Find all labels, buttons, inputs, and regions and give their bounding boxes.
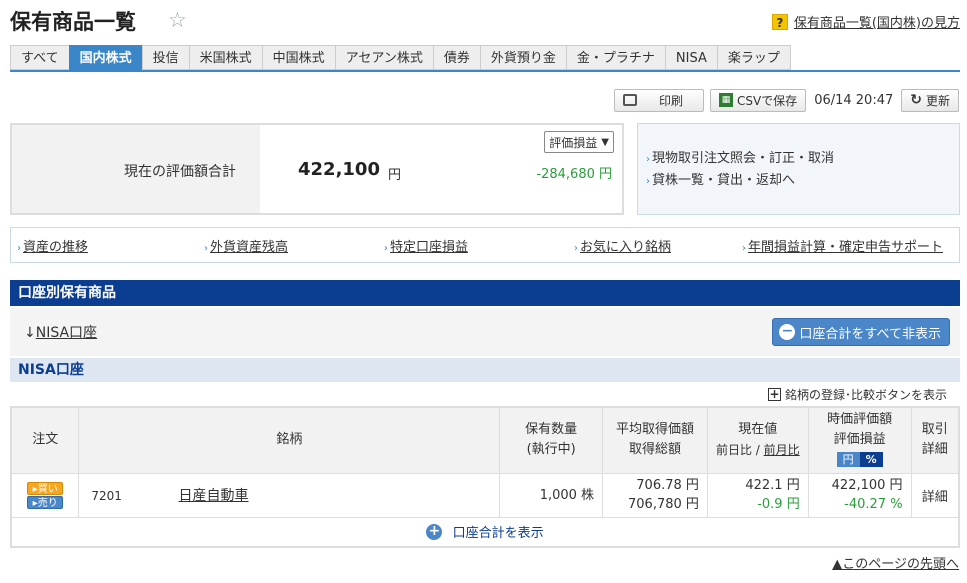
quick-link-tax-support[interactable]: › 年間損益計算・確定申告サポート (742, 236, 943, 255)
help-icon: ? (771, 13, 788, 30)
tab-asean-stocks[interactable]: アセアン株式 (334, 45, 433, 70)
toolbar: 印刷 ▦ CSVで保存 06/14 20:47 ↻ 更新 (613, 88, 959, 112)
quantity-cell: 1,000 株 (499, 472, 604, 518)
month-change-link[interactable]: 前月比 (764, 443, 800, 457)
tab-bonds[interactable]: 債券 (432, 45, 480, 70)
arrow-right-icon: › (384, 242, 388, 254)
refresh-label: 更新 (925, 93, 950, 108)
stock-code: 7201 (91, 489, 122, 503)
summary-select-value: 評価損益 (549, 135, 598, 150)
sell-button[interactable]: ▸売り (27, 495, 64, 509)
th-name: 銘柄 (78, 406, 501, 474)
compare-toggle-label: 銘柄の登録･比較ボタンを表示 (784, 388, 947, 402)
summary-value-area: 422,100 円 評価損益 ▼ -284,680 円 (260, 125, 622, 213)
show-total-label: 口座合計を表示 (452, 526, 544, 542)
quick-link-foreign-assets[interactable]: › 外貨資産残高 (204, 236, 384, 255)
tab-nisa[interactable]: NISA (664, 45, 717, 70)
th-current-price: 現在値 前日比 / 前月比 (706, 406, 809, 474)
side-link-order-inquiry[interactable]: › 現物取引注文照会・訂正・取消 (646, 148, 959, 170)
summary-unit: 円 (388, 168, 402, 183)
order-cell: ▸買い ▸売り (10, 472, 80, 518)
th-avg-price: 平均取得価額 取得総額 (602, 406, 708, 474)
current-price-cell: 422.1 円 -0.9 円 (706, 472, 809, 518)
refresh-button[interactable]: ↻ 更新 (901, 88, 959, 112)
stock-name-link[interactable]: 日産自動車 (179, 488, 249, 504)
tab-domestic-stocks[interactable]: 国内株式 (68, 45, 142, 70)
printer-icon (622, 94, 637, 106)
update-timestamp: 06/14 20:47 (814, 92, 894, 108)
tab-all[interactable]: すべて (10, 45, 69, 70)
side-link-stock-lending[interactable]: › 貸株一覧・貸出・返却へ (646, 170, 959, 192)
nisa-anchor-link[interactable]: ↓NISA口座 (24, 322, 97, 342)
product-tabs: すべて 国内株式 投信 米国株式 中国株式 アセアン株式 債券 外貨預り金 金・… (10, 45, 960, 72)
plus-box-icon: + (767, 387, 781, 401)
page-top-link[interactable]: ▲このページの先頭へ (832, 553, 959, 572)
arrow-down-icon: ↓ (24, 325, 36, 341)
hide-all-totals-button[interactable]: − 口座合計をすべて非表示 (772, 318, 950, 346)
help-link-label[interactable]: 保有商品一覧(国内株)の見方 (794, 12, 960, 31)
arrow-right-icon: › (646, 154, 650, 165)
title-row: 保有商品一覧 ☆ ? 保有商品一覧(国内株)の見方 (10, 6, 960, 34)
tab-rakuwrap[interactable]: 楽ラップ (716, 45, 791, 70)
holdings-table: 注文 銘柄 保有数量 (執行中) 平均取得価額 取得総額 現在値 前日比 / 前月比… (10, 406, 960, 548)
section-header: 口座別保有商品 (10, 280, 960, 306)
tab-china-stocks[interactable]: 中国株式 (261, 45, 335, 70)
tab-us-stocks[interactable]: 米国株式 (188, 45, 262, 70)
print-label: 印刷 (658, 93, 683, 108)
summary-metric-select[interactable]: 評価損益 ▼ (544, 131, 614, 153)
detail-cell: 詳細 (910, 472, 960, 518)
summary-amount: 422,100 (298, 159, 380, 180)
print-button[interactable]: 印刷 (613, 88, 704, 112)
side-links-panel: › 現物取引注文照会・訂正・取消 › 貸株一覧・貸出・返却へ (637, 123, 960, 215)
csv-label: CSVで保存 (736, 93, 798, 108)
refresh-icon: ↻ (910, 92, 922, 108)
unit-toggle-percent[interactable]: % (859, 452, 883, 468)
th-detail: 取引 詳細 (910, 406, 960, 474)
valuation-summary: 現在の評価額合計 422,100 円 評価損益 ▼ -284,680 円 (10, 123, 624, 215)
minus-circle-icon: − (779, 324, 796, 340)
show-total-button[interactable]: + 口座合計を表示 (10, 516, 960, 548)
tab-gold-platinum[interactable]: 金・プラチナ (565, 45, 665, 70)
market-value-cell: 422,100 円 -40.27 % (807, 472, 912, 518)
th-quantity: 保有数量 (執行中) (499, 406, 604, 474)
summary-label: 現在の評価額合計 (124, 164, 236, 180)
show-total-row: + 口座合計を表示 (10, 516, 960, 548)
table-header-row: 注文 銘柄 保有数量 (執行中) 平均取得価額 取得総額 現在値 前日比 / 前月比… (10, 406, 960, 474)
compare-toggle[interactable]: + 銘柄の登録･比較ボタンを表示 (767, 386, 947, 403)
unit-toggle-yen[interactable]: 円 (836, 452, 860, 468)
csv-save-button[interactable]: ▦ CSVで保存 (709, 88, 807, 112)
th-order: 注文 (10, 406, 80, 474)
buy-button[interactable]: ▸買い (27, 481, 64, 495)
plus-circle-icon: + (426, 523, 443, 540)
arrow-right-icon: › (204, 242, 208, 254)
summary-profit-loss: -284,680 円 (536, 167, 612, 182)
favorite-star-icon[interactable]: ☆ (168, 8, 187, 32)
arrow-right-icon: › (574, 242, 578, 254)
chevron-down-icon: ▼ (601, 136, 609, 148)
spreadsheet-icon: ▦ (718, 93, 733, 107)
arrow-right-icon: › (646, 176, 650, 187)
tab-funds[interactable]: 投信 (141, 45, 189, 70)
quick-links: › 資産の推移 › 外貨資産残高 › 特定口座損益 › お気に入り銘柄 › 年間損益計算・… (10, 227, 960, 263)
avg-price-cell: 706.78 円 706,780 円 (602, 472, 708, 518)
unit-toggle: 円 % (836, 452, 883, 468)
hide-all-label: 口座合計をすべて非表示 (799, 326, 941, 342)
day-change-label: 前日比 (715, 443, 752, 458)
detail-link[interactable]: 詳細 (922, 490, 948, 505)
account-nav-row: ↓NISA口座 − 口座合計をすべて非表示 (10, 308, 960, 356)
quick-link-asset-history[interactable]: › 資産の推移 (17, 236, 204, 255)
stock-cell: 7201 日産自動車 (78, 472, 501, 518)
table-row: ▸買い ▸売り 7201 日産自動車 1,000 株 706.78 円 706,… (10, 472, 960, 518)
arrow-right-icon: › (17, 242, 21, 254)
help-link[interactable]: ? 保有商品一覧(国内株)の見方 (771, 12, 960, 31)
quick-link-favorites[interactable]: › お気に入り銘柄 (574, 236, 742, 255)
account-title: NISA口座 (10, 358, 960, 382)
quick-link-specific-account-pl[interactable]: › 特定口座損益 (384, 236, 574, 255)
arrow-right-icon: › (742, 242, 746, 254)
page-title: 保有商品一覧 (10, 10, 136, 34)
tab-foreign-deposits[interactable]: 外貨預り金 (479, 45, 566, 70)
th-market-value: 時価評価額 評価損益 円 % (807, 406, 912, 474)
